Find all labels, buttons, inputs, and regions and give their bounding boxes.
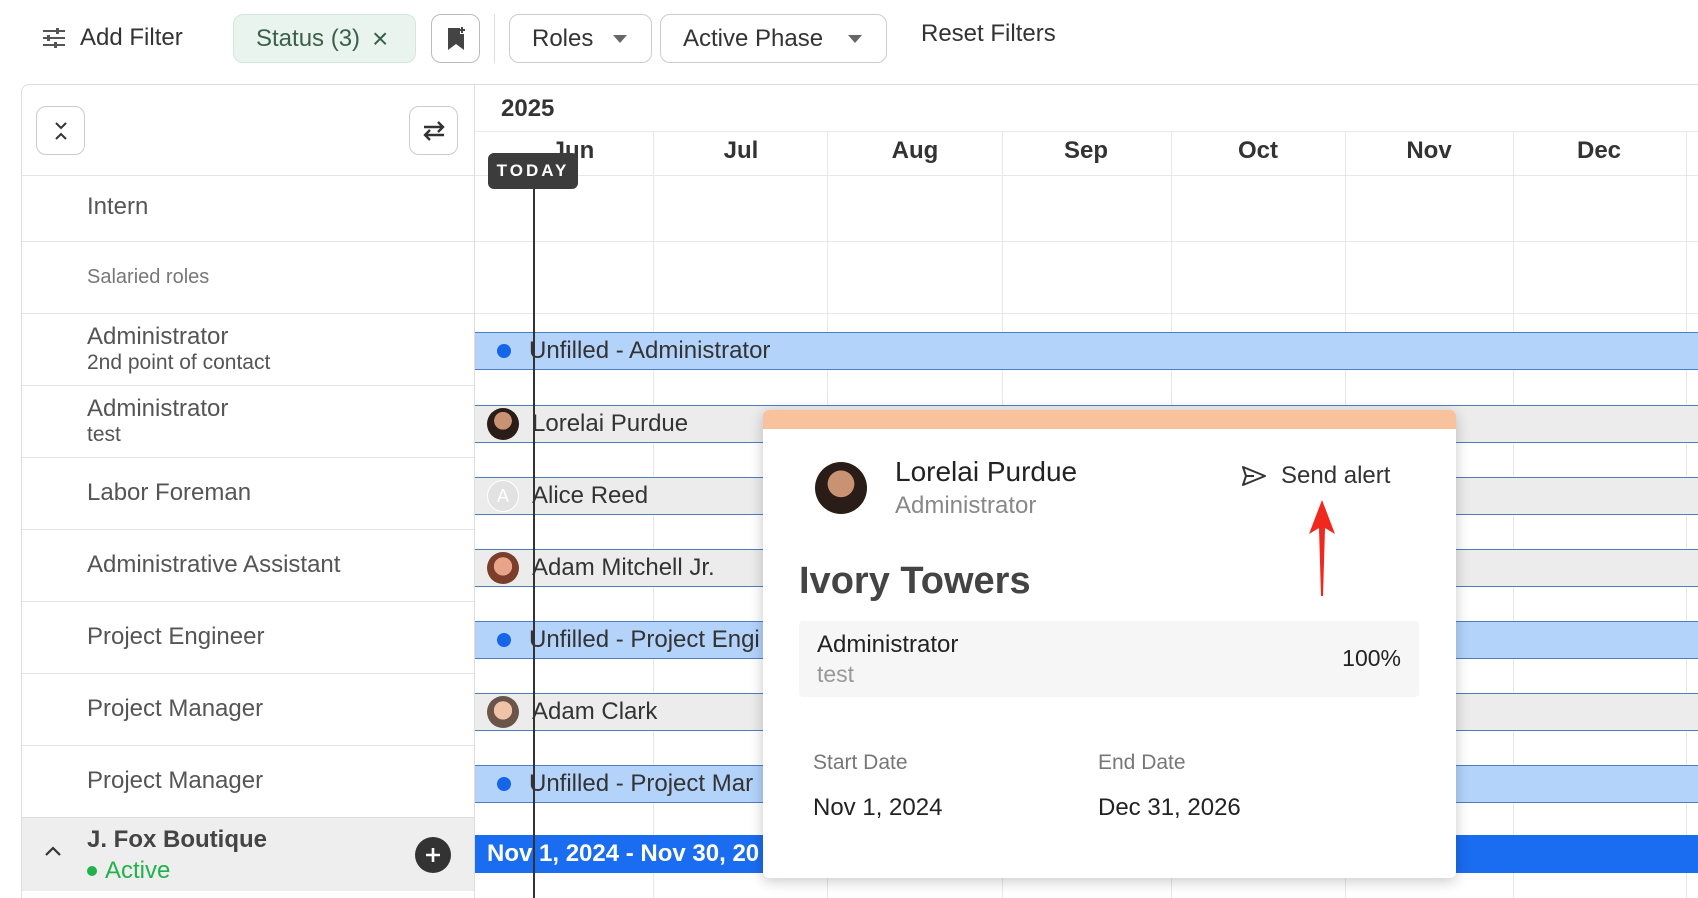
chevron-down-icon <box>613 35 627 43</box>
role-row[interactable]: Project Manager <box>22 745 474 817</box>
add-filter-button[interactable]: Add Filter <box>42 18 183 58</box>
project-status-label: Active <box>105 857 171 884</box>
saved-view-button[interactable] <box>431 14 480 63</box>
send-icon <box>1242 466 1266 486</box>
bar-label: Lorelai Purdue <box>532 410 689 437</box>
bar-label: Adam Clark <box>532 698 658 725</box>
role-subtitle: 2nd point of contact <box>87 351 271 374</box>
collapse-icon <box>54 121 67 140</box>
role-row[interactable]: Project Engineer <box>22 601 474 673</box>
role-title: Project Manager <box>87 695 264 722</box>
timeline-year: 2025 <box>501 95 555 122</box>
bar-label: Unfilled - Project Engi <box>529 626 760 653</box>
project-date-label: Nov 1, 2024 - Nov 30, 20 <box>487 840 760 867</box>
person-name[interactable]: Lorelai Purdue <box>895 456 1077 488</box>
allocation-percent: 100% <box>1342 645 1401 671</box>
month-label: Aug <box>891 137 939 164</box>
status-filter-chip[interactable]: Status (3) × <box>233 14 416 63</box>
annotation-arrow-icon <box>1309 500 1335 596</box>
assignment-summary: Administrator test 100% <box>799 621 1419 697</box>
month-label: Nov <box>1406 137 1452 164</box>
avatar <box>487 552 519 584</box>
month-label: Dec <box>1576 137 1622 164</box>
roles-dropdown[interactable]: Roles <box>509 14 652 63</box>
bar-label: Alice Reed <box>532 482 649 509</box>
month-label: Oct <box>1237 137 1279 164</box>
status-chip-label: Status (3) <box>256 24 361 52</box>
filter-toolbar: Add Filter Status (3) × Roles Active Pha… <box>0 0 1698 76</box>
avatar: A <box>487 480 519 512</box>
active-phase-label: Active Phase <box>683 24 824 52</box>
filter-sliders-icon <box>43 28 65 48</box>
chevron-down-icon <box>848 35 862 43</box>
role-row[interactable]: Project Manager <box>22 673 474 745</box>
header-divider <box>475 131 1698 132</box>
swap-arrows-icon <box>422 120 445 141</box>
role-row[interactable]: Administrative Assistant <box>22 529 474 601</box>
role-title: Project Manager <box>87 767 264 794</box>
role-title: Administrator <box>87 395 229 422</box>
project-title[interactable]: Ivory Towers <box>799 560 1031 603</box>
swap-view-button[interactable] <box>409 106 458 155</box>
popover-accent-band <box>763 410 1456 429</box>
today-marker: TODAY <box>488 153 578 189</box>
close-icon[interactable]: × <box>372 24 388 53</box>
header-divider <box>475 175 1698 176</box>
role-title: Labor Foreman <box>87 479 252 506</box>
status-dot-icon <box>87 866 97 876</box>
row-gridline <box>475 241 1698 242</box>
add-filter-label: Add Filter <box>80 24 183 51</box>
today-marker-line <box>533 157 535 898</box>
unfilled-dot-icon <box>497 633 511 647</box>
section-title: Salaried roles <box>87 266 210 288</box>
add-circle-icon[interactable] <box>415 837 451 873</box>
project-name: J. Fox Boutique <box>87 826 267 853</box>
reset-filters-button[interactable]: Reset Filters <box>921 20 1056 48</box>
toolbar-divider <box>494 14 495 63</box>
role-title: Administrator <box>87 323 229 350</box>
role-title: Intern <box>87 193 149 220</box>
section-header-row: Salaried roles <box>22 241 474 313</box>
month-label: Jul <box>723 137 759 164</box>
avatar <box>487 408 519 440</box>
start-date-label: Start Date <box>813 751 908 774</box>
assignment-role: Administrator <box>817 631 959 658</box>
send-alert-button[interactable]: Send alert <box>1241 462 1390 490</box>
role-row[interactable]: Administrator test <box>22 385 474 457</box>
role-title: Project Engineer <box>87 623 265 650</box>
bookmark-add-icon <box>447 26 465 50</box>
end-date-value: Dec 31, 2026 <box>1098 794 1241 821</box>
month-label: Sep <box>1063 137 1109 164</box>
assignment-subtitle: test <box>817 661 855 687</box>
person-role: Administrator <box>895 492 1037 519</box>
role-row[interactable]: Labor Foreman <box>22 457 474 529</box>
app-root: Add Filter Status (3) × Roles Active Pha… <box>0 0 1698 898</box>
row-gridline <box>475 313 1698 314</box>
role-subtitle: test <box>87 423 121 446</box>
collapse-all-button[interactable] <box>36 106 85 155</box>
roles-panel: Intern Salaried roles Administrator 2nd … <box>21 84 474 898</box>
bar-label: Adam Mitchell Jr. <box>532 554 715 581</box>
role-row[interactable]: Intern <box>22 175 474 241</box>
role-title: Administrative Assistant <box>87 551 341 578</box>
unfilled-dot-icon <box>497 344 511 358</box>
chevron-up-icon[interactable] <box>44 844 62 862</box>
role-row[interactable]: Administrator 2nd point of contact <box>22 313 474 385</box>
roles-dropdown-label: Roles <box>532 24 594 52</box>
assignment-bar[interactable]: Unfilled - Administrator <box>475 332 1698 370</box>
end-date-label: End Date <box>1098 751 1186 774</box>
project-group-row[interactable]: J. Fox Boutique Active <box>22 817 474 891</box>
active-phase-dropdown[interactable]: Active Phase <box>660 14 887 63</box>
unfilled-dot-icon <box>497 777 511 791</box>
avatar <box>815 462 867 514</box>
assignment-popover: Lorelai Purdue Administrator Send alert … <box>763 410 1456 878</box>
send-alert-label: Send alert <box>1281 462 1391 489</box>
project-status: Active <box>87 857 170 885</box>
start-date-value: Nov 1, 2024 <box>813 794 943 821</box>
bar-label: Unfilled - Administrator <box>529 337 771 364</box>
bar-label: Unfilled - Project Mar <box>529 770 754 797</box>
avatar <box>487 696 519 728</box>
